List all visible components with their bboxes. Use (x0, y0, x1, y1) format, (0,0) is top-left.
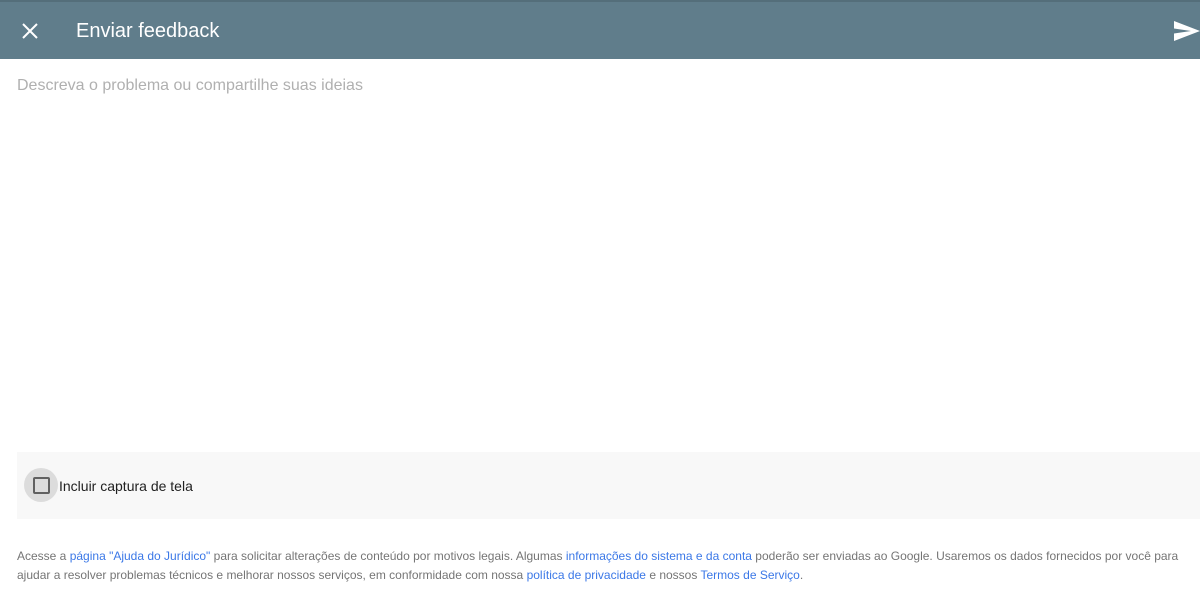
legal-text-4: e nossos (645, 568, 701, 582)
feedback-dialog: Enviar feedback Incluir captura de tela … (0, 0, 1200, 594)
legal-text-1: Acesse a (17, 549, 70, 563)
legal-notice: Acesse a página "Ajuda do Jurídico" para… (17, 547, 1192, 585)
legal-text-5: . (799, 568, 804, 582)
system-info-link[interactable]: informações do sistema e da conta (566, 549, 752, 563)
page-title: Enviar feedback (76, 20, 220, 42)
close-icon (22, 23, 38, 39)
send-button[interactable] (1166, 11, 1200, 51)
legal-help-link[interactable]: página "Ajuda do Jurídico" (70, 549, 211, 563)
close-button[interactable] (10, 11, 50, 51)
terms-of-service-link[interactable]: Termos de Serviço (700, 568, 799, 582)
description-textarea[interactable] (0, 59, 1200, 449)
header-bar: Enviar feedback (0, 0, 1200, 59)
screenshot-option-row: Incluir captura de tela (17, 452, 1200, 519)
send-icon (1174, 21, 1200, 41)
include-screenshot-label[interactable]: Incluir captura de tela (59, 477, 193, 495)
legal-text-2: para solicitar alterações de conteúdo po… (210, 549, 566, 563)
include-screenshot-checkbox[interactable] (24, 468, 58, 502)
privacy-policy-link[interactable]: política de privacidade (527, 568, 646, 582)
checkbox-square-icon (33, 477, 50, 494)
